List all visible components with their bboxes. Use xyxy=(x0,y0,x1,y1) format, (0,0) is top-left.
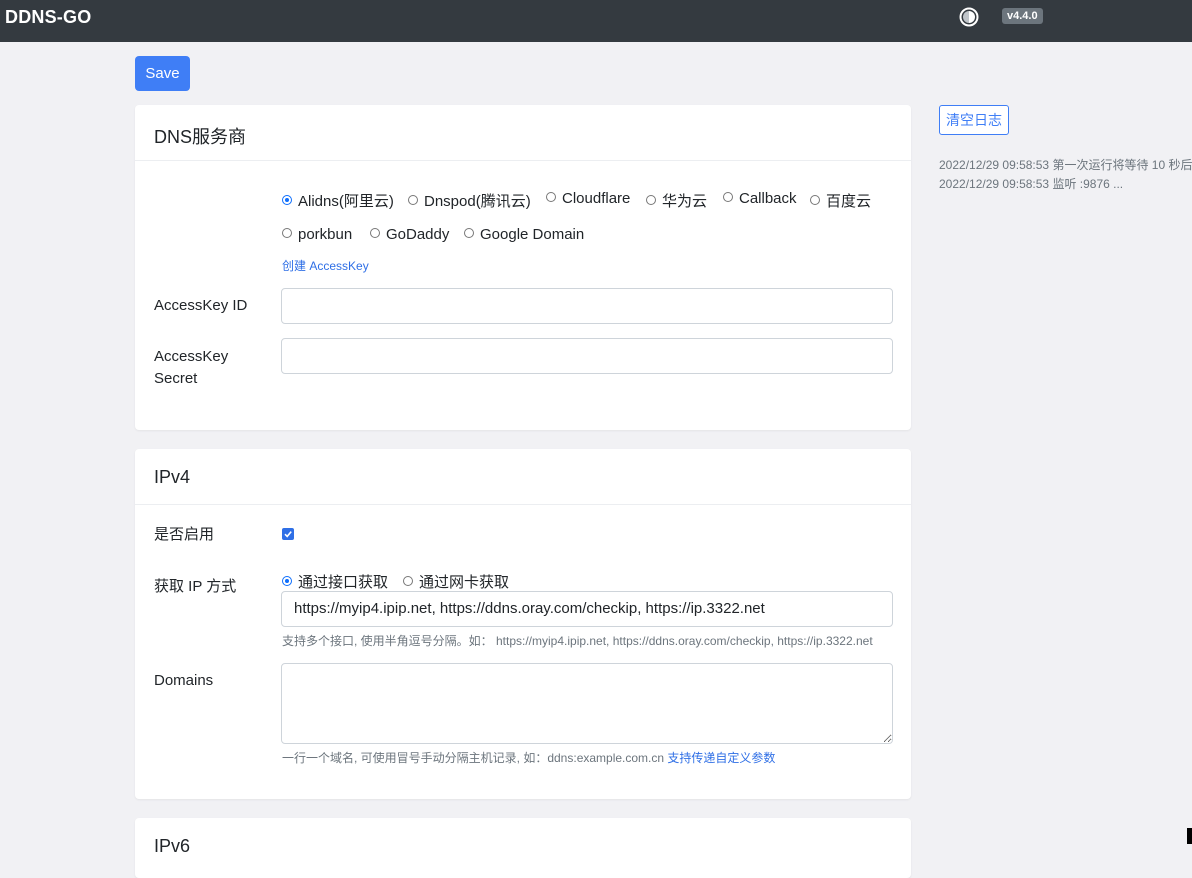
card-title: IPv4 xyxy=(154,467,191,487)
ipv6-card: IPv6 xyxy=(135,818,911,878)
top-navbar: DDNS-GO v4.4.0 xyxy=(0,0,1192,42)
radio-button[interactable] xyxy=(282,228,292,238)
ip-urls-help: 支持多个接口, 使用半角逗号分隔。如： https://myip4.ipip.n… xyxy=(282,634,873,648)
radio-label: 百度云 xyxy=(826,193,872,210)
clear-log-button[interactable]: 清空日志 xyxy=(939,105,1009,135)
radio-button[interactable] xyxy=(546,192,556,202)
accesskey-secret-label-line2: Secret xyxy=(154,370,198,387)
check-icon xyxy=(284,531,292,538)
app-brand[interactable]: DDNS-GO xyxy=(5,7,91,28)
enable-checkbox[interactable] xyxy=(282,528,294,540)
radio-porkbun[interactable]: porkbun xyxy=(282,226,352,243)
card-header: DNS服务商 xyxy=(135,105,911,161)
scrollbar[interactable] xyxy=(1187,828,1192,844)
radio-button[interactable] xyxy=(282,195,292,205)
domains-help: 一行一个域名, 可使用冒号手动分隔主机记录, 如：ddns:example.co… xyxy=(282,749,775,766)
ipv4-card: IPv4 是否启用 获取 IP 方式 通过接口获取 通过网卡获取 https:/… xyxy=(135,449,911,799)
radio-label: porkbun xyxy=(298,226,353,243)
version-badge: v4.4.0 xyxy=(1002,8,1043,24)
radio-label: 通过网卡获取 xyxy=(419,574,510,591)
card-header: IPv4 xyxy=(135,449,911,505)
accesskey-id-input[interactable] xyxy=(281,288,893,324)
accesskey-secret-label-line1: AccessKey xyxy=(154,348,229,365)
radio-button[interactable] xyxy=(370,228,380,238)
radio-label: Cloudflare xyxy=(562,190,631,207)
create-accesskey-link[interactable]: 创建 AccessKey xyxy=(282,257,369,274)
radio-button[interactable] xyxy=(723,192,733,202)
card-title: DNS服务商 xyxy=(154,127,247,147)
dns-provider-card: DNS服务商 Alidns(阿里云) Dnspod(腾讯云) Cloudflar… xyxy=(135,105,911,430)
radio-huaweicloud[interactable]: 华为云 xyxy=(646,190,707,211)
radio-label: 通过接口获取 xyxy=(298,574,389,591)
log-line: 2022/12/29 09:58:53 第一次运行将等待 10 秒后运 xyxy=(939,158,1192,172)
domains-textarea[interactable] xyxy=(281,663,893,744)
save-button[interactable]: Save xyxy=(135,56,190,91)
accesskey-id-label: AccessKey ID xyxy=(154,297,248,314)
radio-label: GoDaddy xyxy=(386,226,450,243)
radio-button[interactable] xyxy=(282,576,292,586)
radio-callback[interactable]: Callback xyxy=(723,190,797,207)
radio-via-nic[interactable]: 通过网卡获取 xyxy=(403,571,509,592)
radio-button[interactable] xyxy=(646,195,656,205)
radio-cloudflare[interactable]: Cloudflare xyxy=(546,190,630,207)
log-line: 2022/12/29 09:58:53 监听 :9876 ... xyxy=(939,177,1124,191)
radio-label: Dnspod(腾讯云) xyxy=(424,193,531,210)
radio-label: 华为云 xyxy=(662,193,708,210)
radio-godaddy[interactable]: GoDaddy xyxy=(370,226,449,243)
radio-baiducloud[interactable]: 百度云 xyxy=(810,190,871,211)
custom-params-link[interactable]: 支持传递自定义参数 xyxy=(667,751,775,765)
ip-method-label: 获取 IP 方式 xyxy=(154,578,237,595)
radio-alidns[interactable]: Alidns(阿里云) xyxy=(282,190,394,211)
radio-button[interactable] xyxy=(810,195,820,205)
radio-dnspod[interactable]: Dnspod(腾讯云) xyxy=(408,190,531,211)
domains-help-text: 一行一个域名, 可使用冒号手动分隔主机记录, 如：ddns:example.co… xyxy=(282,751,665,765)
radio-google-domain[interactable]: Google Domain xyxy=(464,226,584,243)
contrast-icon[interactable] xyxy=(959,7,979,27)
radio-button[interactable] xyxy=(408,195,418,205)
radio-label: Google Domain xyxy=(480,226,585,243)
card-title: IPv6 xyxy=(154,836,191,856)
radio-label: Alidns(阿里云) xyxy=(298,193,394,210)
domains-label: Domains xyxy=(154,672,214,689)
radio-button[interactable] xyxy=(464,228,474,238)
ip-urls-input[interactable]: https://myip4.ipip.net, https://ddns.ora… xyxy=(281,591,893,627)
radio-label: Callback xyxy=(739,190,797,207)
radio-button[interactable] xyxy=(403,576,413,586)
enable-label: 是否启用 xyxy=(154,526,215,543)
radio-via-api[interactable]: 通过接口获取 xyxy=(282,571,388,592)
accesskey-secret-input[interactable] xyxy=(281,338,893,374)
